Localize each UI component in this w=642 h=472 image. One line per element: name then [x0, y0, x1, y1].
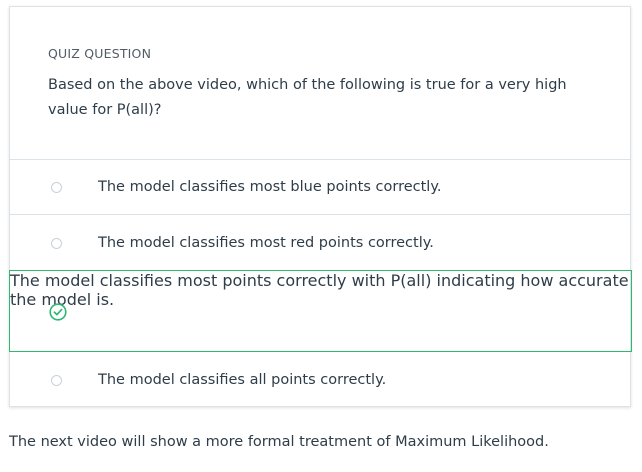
quiz-option-1[interactable]: The model classifies most blue points co… — [10, 159, 630, 215]
quiz-option-3-selected[interactable]: The model classifies most points correct… — [9, 270, 632, 352]
quiz-option-2[interactable]: The model classifies most red points cor… — [10, 215, 630, 271]
quiz-question: Based on the above video, which of the f… — [48, 77, 567, 118]
radio-empty-icon[interactable] — [51, 182, 62, 193]
radio-empty-icon[interactable] — [51, 238, 62, 249]
check-circle-icon — [49, 303, 67, 321]
quiz-option-text: The model classifies all points correctl… — [98, 372, 387, 388]
quiz-option-text: The model classifies most points correct… — [10, 271, 629, 309]
quiz-card: QUIZ QUESTION Based on the above video, … — [9, 6, 632, 407]
quiz-option-text: The model classifies most blue points co… — [98, 179, 442, 195]
quiz-option-text: The model classifies most red points cor… — [98, 235, 434, 251]
quiz-option-4[interactable]: The model classifies all points correctl… — [10, 353, 630, 407]
quiz-header: QUIZ QUESTION Based on the above video, … — [10, 7, 630, 160]
quiz-label: QUIZ QUESTION — [48, 46, 152, 61]
radio-empty-icon[interactable] — [51, 375, 62, 386]
footer-text: The next video will show a more formal t… — [9, 434, 549, 450]
